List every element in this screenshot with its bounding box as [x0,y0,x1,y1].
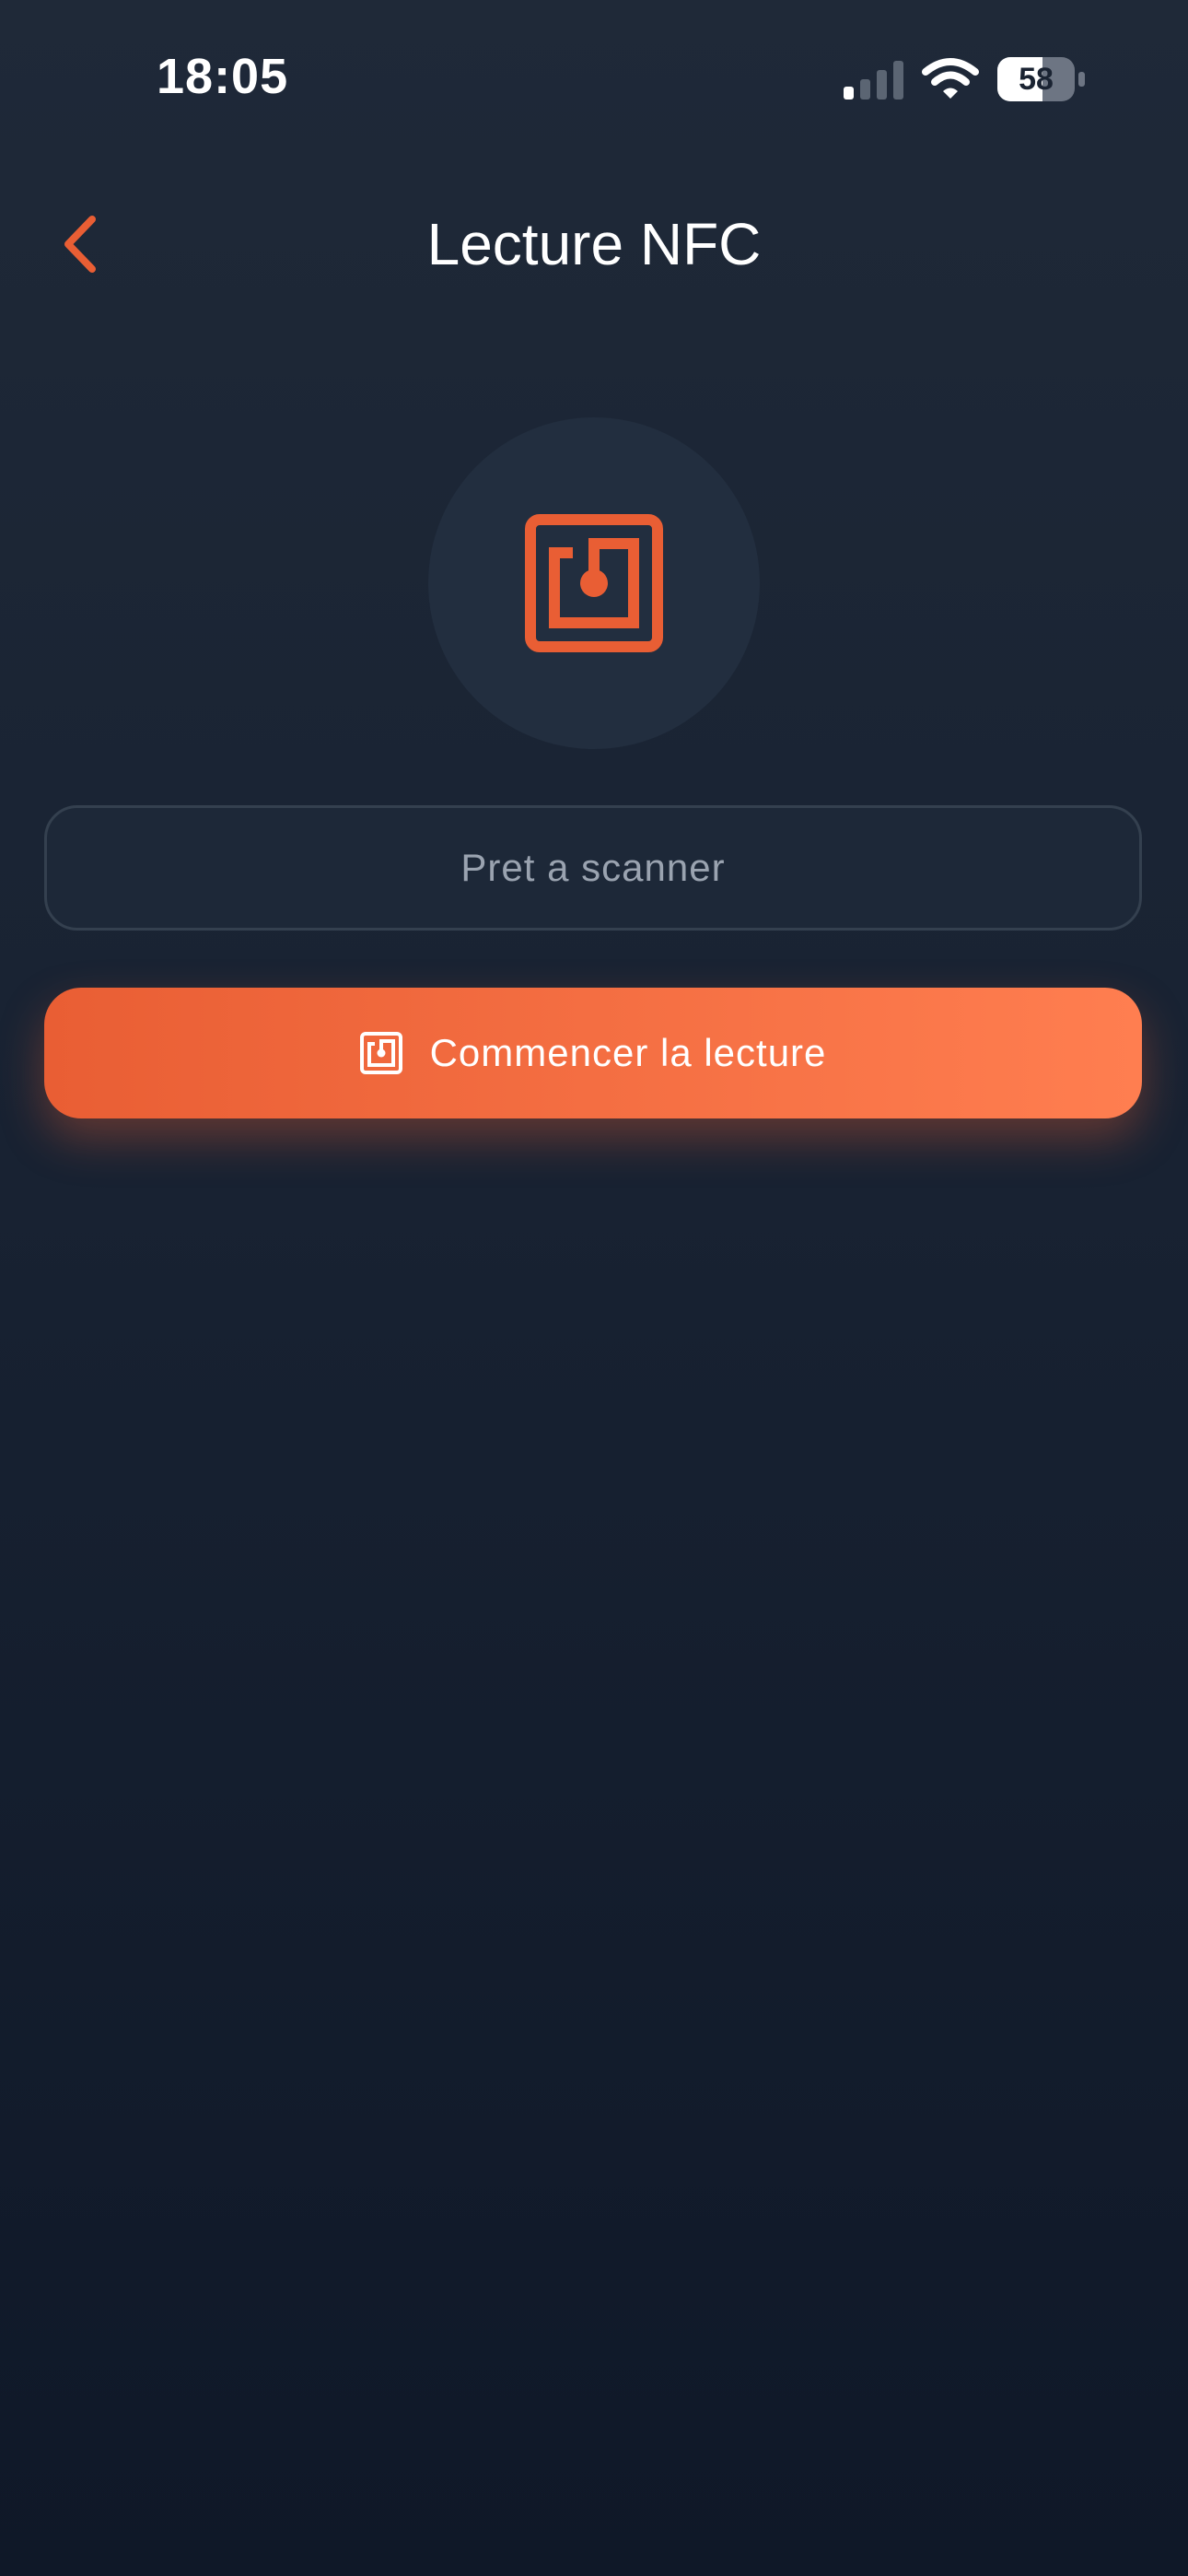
scan-status-field: Pret a scanner [44,805,1142,931]
status-bar: 18:05 58 [0,0,1188,157]
start-reading-button-label: Commencer la lecture [429,1031,827,1074]
start-reading-button-content: Commencer la lecture [44,988,1142,1118]
nfc-icon-container [428,417,760,749]
cellular-signal-icon [844,61,903,100]
nfc-tag-icon [525,514,663,652]
wifi-icon [922,58,979,99]
back-button[interactable] [44,203,127,286]
nfc-tag-icon [359,1032,402,1074]
chevron-left-icon [64,216,96,273]
battery-indicator: 58 [997,57,1086,101]
header: Lecture NFC [0,184,1188,304]
battery-level: 58 [1019,62,1054,97]
page-title: Lecture NFC [426,211,762,277]
start-reading-button[interactable]: Commencer la lecture [44,988,1142,1118]
status-time: 18:05 [157,49,289,104]
